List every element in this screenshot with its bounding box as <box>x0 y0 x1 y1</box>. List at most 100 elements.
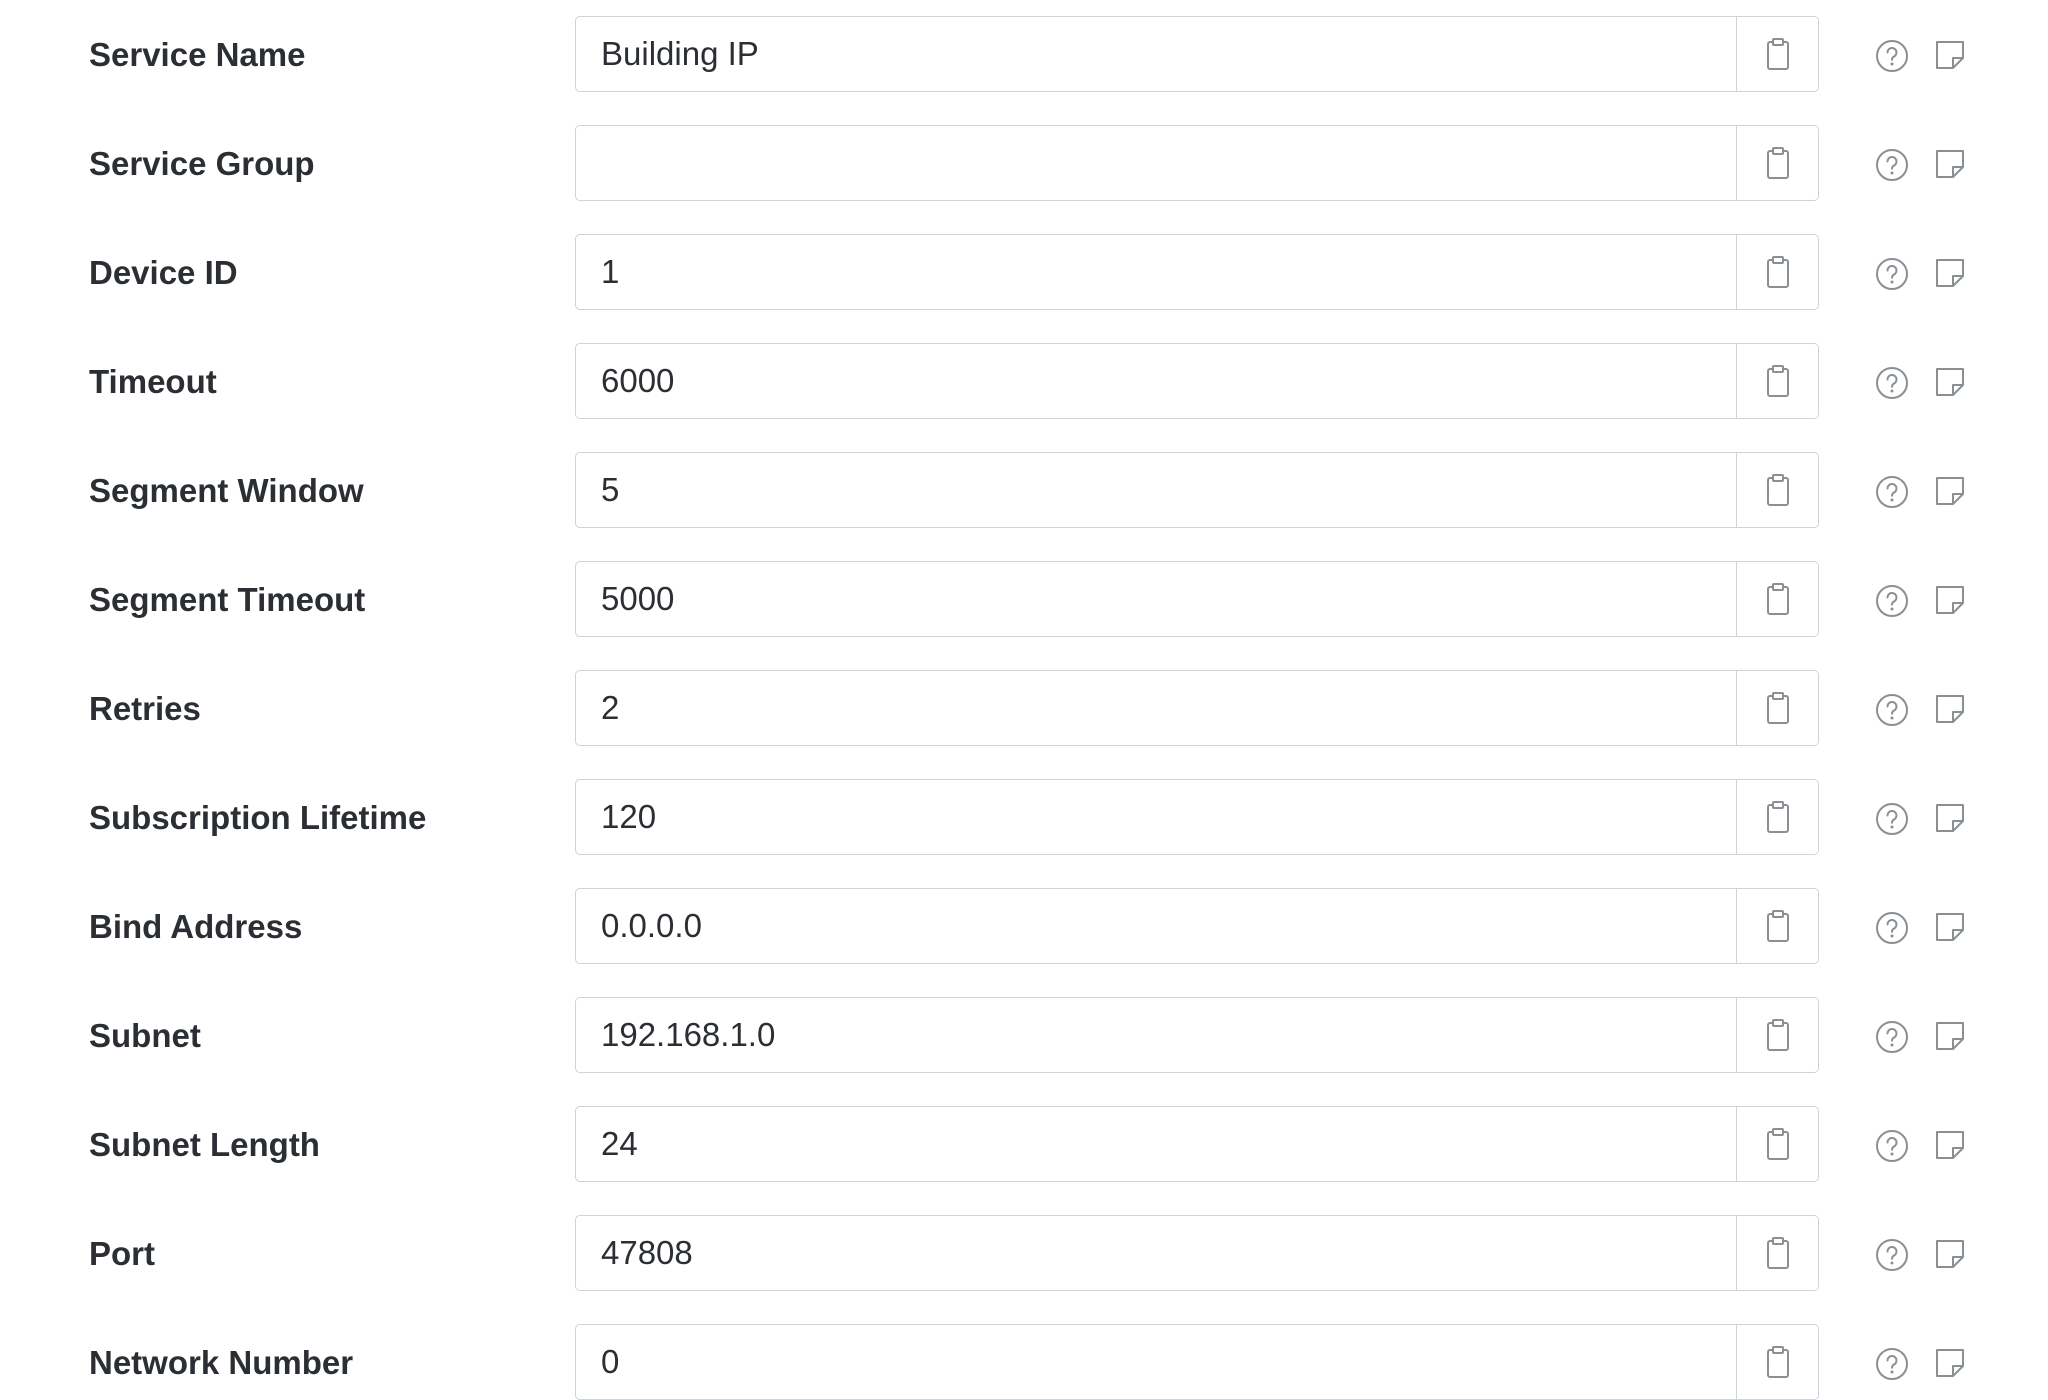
note-icon[interactable] <box>1934 39 1966 71</box>
field-label: Service Name <box>89 36 306 73</box>
field-row-subnet-length: Subnet Length <box>0 1106 2048 1184</box>
paste-button[interactable] <box>1736 562 1818 636</box>
field-label: Subnet <box>89 1017 201 1054</box>
field-row-bind-address: Bind Address <box>0 888 2048 966</box>
service-group-input[interactable] <box>576 126 1736 200</box>
help-icon[interactable] <box>1875 257 1909 291</box>
help-icon[interactable] <box>1875 1020 1909 1054</box>
port-field <box>575 1215 1819 1291</box>
service-name-field <box>575 16 1819 92</box>
port-input[interactable] <box>576 1216 1736 1290</box>
field-label: Network Number <box>89 1344 354 1381</box>
paste-button[interactable] <box>1736 344 1818 418</box>
field-row-subnet: Subnet <box>0 997 2048 1075</box>
field-label: Subscription Lifetime <box>89 799 427 836</box>
field-row-segment-window: Segment Window <box>0 452 2048 530</box>
field-label: Bind Address <box>89 908 303 945</box>
field-label: Segment Window <box>89 472 364 509</box>
clipboard-icon <box>1766 692 1789 724</box>
field-label: Segment Timeout <box>89 581 366 618</box>
paste-button[interactable] <box>1736 1325 1818 1399</box>
help-icon[interactable] <box>1875 802 1909 836</box>
device-id-field <box>575 234 1819 310</box>
field-row-port: Port <box>0 1215 2048 1293</box>
network-number-field <box>575 1324 1819 1400</box>
paste-button[interactable] <box>1736 235 1818 309</box>
field-row-retries: Retries <box>0 670 2048 748</box>
subscription-lifetime-input[interactable] <box>576 780 1736 854</box>
clipboard-icon <box>1766 147 1789 179</box>
help-icon[interactable] <box>1875 366 1909 400</box>
help-icon[interactable] <box>1875 148 1909 182</box>
paste-button[interactable] <box>1736 780 1818 854</box>
subnet-length-input[interactable] <box>576 1107 1736 1181</box>
paste-button[interactable] <box>1736 1107 1818 1181</box>
help-icon[interactable] <box>1875 584 1909 618</box>
note-icon[interactable] <box>1934 693 1966 725</box>
segment-window-field <box>575 452 1819 528</box>
help-icon[interactable] <box>1875 1238 1909 1272</box>
note-icon[interactable] <box>1934 911 1966 943</box>
note-icon[interactable] <box>1934 802 1966 834</box>
note-icon[interactable] <box>1934 1129 1966 1161</box>
clipboard-icon <box>1766 1346 1789 1378</box>
service-name-input[interactable] <box>576 17 1736 91</box>
clipboard-icon <box>1766 256 1789 288</box>
help-icon[interactable] <box>1875 475 1909 509</box>
note-icon[interactable] <box>1934 475 1966 507</box>
field-row-network-number: Network Number <box>0 1324 2048 1400</box>
field-row-segment-timeout: Segment Timeout <box>0 561 2048 639</box>
clipboard-icon <box>1766 1019 1789 1051</box>
help-icon[interactable] <box>1875 39 1909 73</box>
field-row-device-id: Device ID <box>0 234 2048 312</box>
help-icon[interactable] <box>1875 911 1909 945</box>
paste-button[interactable] <box>1736 998 1818 1072</box>
paste-button[interactable] <box>1736 17 1818 91</box>
field-row-service-name: Service Name <box>0 16 2048 94</box>
clipboard-icon <box>1766 365 1789 397</box>
bind-address-input[interactable] <box>576 889 1736 963</box>
subnet-length-field <box>575 1106 1819 1182</box>
clipboard-icon <box>1766 38 1789 70</box>
segment-timeout-input[interactable] <box>576 562 1736 636</box>
subnet-field <box>575 997 1819 1073</box>
clipboard-icon <box>1766 801 1789 833</box>
help-icon[interactable] <box>1875 693 1909 727</box>
paste-button[interactable] <box>1736 1216 1818 1290</box>
clipboard-icon <box>1766 910 1789 942</box>
paste-button[interactable] <box>1736 453 1818 527</box>
subscription-lifetime-field <box>575 779 1819 855</box>
note-icon[interactable] <box>1934 1238 1966 1270</box>
field-label: Retries <box>89 690 201 727</box>
timeout-field <box>575 343 1819 419</box>
subnet-input[interactable] <box>576 998 1736 1072</box>
paste-button[interactable] <box>1736 126 1818 200</box>
field-row-subscription-lifetime: Subscription Lifetime <box>0 779 2048 857</box>
note-icon[interactable] <box>1934 257 1966 289</box>
retries-field <box>575 670 1819 746</box>
note-icon[interactable] <box>1934 584 1966 616</box>
device-id-input[interactable] <box>576 235 1736 309</box>
field-row-service-group: Service Group <box>0 125 2048 203</box>
note-icon[interactable] <box>1934 148 1966 180</box>
paste-button[interactable] <box>1736 671 1818 745</box>
service-group-field <box>575 125 1819 201</box>
retries-input[interactable] <box>576 671 1736 745</box>
segment-timeout-field <box>575 561 1819 637</box>
network-number-input[interactable] <box>576 1325 1736 1399</box>
field-label: Port <box>89 1235 155 1272</box>
help-icon[interactable] <box>1875 1129 1909 1163</box>
clipboard-icon <box>1766 583 1789 615</box>
timeout-input[interactable] <box>576 344 1736 418</box>
note-icon[interactable] <box>1934 1020 1966 1052</box>
field-label: Service Group <box>89 145 315 182</box>
note-icon[interactable] <box>1934 366 1966 398</box>
help-icon[interactable] <box>1875 1347 1909 1381</box>
field-label: Device ID <box>89 254 238 291</box>
note-icon[interactable] <box>1934 1347 1966 1379</box>
field-row-timeout: Timeout <box>0 343 2048 421</box>
clipboard-icon <box>1766 1128 1789 1160</box>
segment-window-input[interactable] <box>576 453 1736 527</box>
paste-button[interactable] <box>1736 889 1818 963</box>
bind-address-field <box>575 888 1819 964</box>
